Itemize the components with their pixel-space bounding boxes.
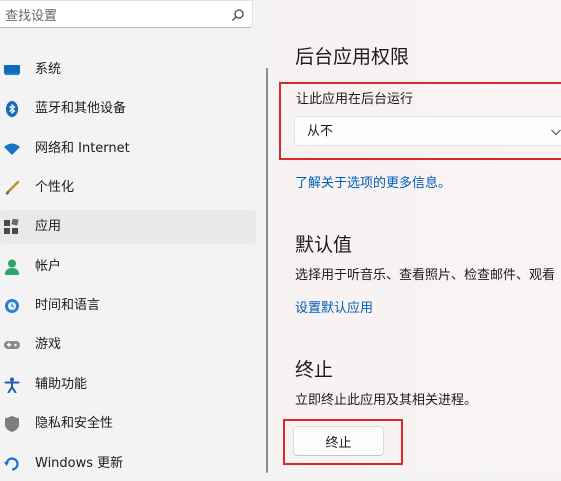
sidebar-item-accounts[interactable]: 帐户	[0, 250, 256, 284]
gamepad-icon	[4, 341, 20, 349]
highlight-box-terminate	[283, 419, 403, 465]
sidebar-item-label: 应用	[35, 219, 62, 234]
accessibility-icon	[4, 377, 20, 393]
sidebar-item-label: 系统	[35, 62, 62, 77]
sidebar-item-time-language[interactable]: 时间和语言	[0, 289, 256, 323]
sidebar-item-label: 蓝牙和其他设备	[35, 101, 127, 116]
sidebar-item-apps[interactable]: 应用	[0, 210, 256, 244]
sidebar-item-network[interactable]: 网络和 Internet	[0, 132, 256, 166]
terminate-description: 立即终止此应用及其相关进程。	[295, 393, 478, 408]
update-icon	[4, 457, 19, 471]
scrollbar[interactable]	[266, 68, 268, 473]
wifi-icon	[4, 143, 20, 155]
sidebar-item-windows-update[interactable]: Windows 更新	[0, 447, 256, 481]
section-title-terminate: 终止	[295, 359, 334, 381]
highlight-box-dropdown	[279, 82, 561, 160]
sidebar-item-accessibility[interactable]: 辅助功能	[0, 368, 256, 402]
search-icon[interactable]	[231, 8, 245, 22]
person-icon	[5, 259, 19, 275]
shield-icon	[5, 416, 19, 432]
sidebar-item-label: Windows 更新	[35, 456, 124, 471]
apps-icon	[4, 219, 19, 234]
set-default-apps-link[interactable]: 设置默认应用	[295, 300, 373, 317]
search-box[interactable]	[0, 0, 253, 28]
sidebar-item-personalization[interactable]: 个性化	[0, 171, 256, 205]
section-title-background-permissions: 后台应用权限	[295, 46, 410, 68]
sidebar-item-label: 时间和语言	[35, 298, 101, 313]
sidebar-item-label: 网络和 Internet	[35, 141, 130, 156]
brush-icon	[6, 180, 20, 195]
search-input[interactable]	[3, 6, 217, 26]
sidebar-item-label: 隐私和安全性	[35, 416, 114, 431]
sidebar-item-bluetooth[interactable]: 蓝牙和其他设备	[0, 92, 256, 126]
bluetooth-icon	[6, 101, 18, 117]
system-icon	[4, 65, 20, 75]
globe-clock-icon	[5, 299, 19, 313]
defaults-description: 选择用于听音乐、查看照片、检查邮件、观看	[295, 268, 556, 283]
sidebar-item-label: 辅助功能	[35, 377, 88, 392]
section-title-defaults: 默认值	[295, 234, 353, 256]
sidebar-item-label: 游戏	[35, 337, 62, 352]
sidebar-item-label: 个性化	[35, 180, 75, 195]
sidebar-item-gaming[interactable]: 游戏	[0, 328, 256, 362]
more-info-link[interactable]: 了解关于选项的更多信息。	[295, 175, 451, 192]
sidebar-item-system[interactable]: 系统	[0, 53, 256, 87]
sidebar-item-label: 帐户	[35, 259, 62, 274]
sidebar-item-privacy[interactable]: 隐私和安全性	[0, 407, 256, 441]
